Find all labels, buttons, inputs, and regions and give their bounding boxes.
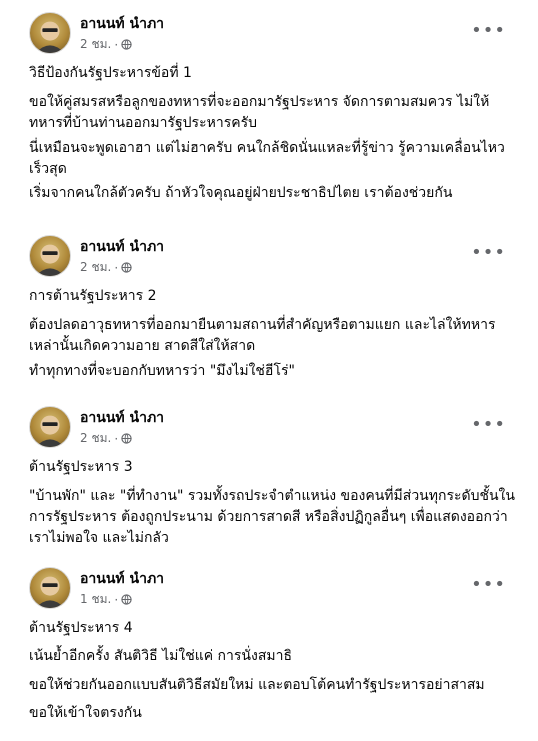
post-paragraph: ต้านรัฐประหาร 3 (29, 459, 133, 475)
author-name[interactable]: อานนท์ นำภา (80, 13, 164, 35)
post-meta: 2 ชม. · (80, 258, 132, 277)
globe-icon (121, 39, 132, 50)
post-paragraph: ขอให้เข้าใจตรงกัน (29, 705, 142, 721)
avatar[interactable] (29, 406, 71, 448)
avatar[interactable] (29, 235, 71, 277)
post-meta: 1 ชม. · (80, 590, 132, 609)
author-name[interactable]: อานนท์ นำภา (80, 236, 164, 258)
post-paragraph: การต้านรัฐประหาร 2 (29, 288, 157, 304)
avatar[interactable] (29, 567, 71, 609)
globe-icon (121, 433, 132, 444)
more-options-icon[interactable]: ••• (471, 244, 506, 262)
more-options-icon[interactable]: ••• (471, 576, 506, 594)
post-paragraph: เริ่มจากคนใกล้ตัวครับ ถ้าหัวใจคุณอยู่ฝ่า… (29, 185, 453, 201)
author-name[interactable]: อานนท์ นำภา (80, 568, 164, 590)
post-paragraph: "บ้านพัก" และ "ที่ทำงาน" รวมทั้งรถประจำต… (29, 488, 515, 546)
timestamp[interactable]: 2 ชม. (80, 429, 111, 448)
timestamp[interactable]: 2 ชม. (80, 258, 111, 277)
post-paragraph: ขอให้คู่สมรสหรือลูกของทหารที่จะออกมารัฐป… (29, 94, 490, 131)
post-paragraph: ต้องปลดอาวุธทหารที่ออกมายืนตามสถานที่สำค… (29, 317, 496, 354)
post-paragraph: ต้านรัฐประหาร 4 (29, 620, 133, 636)
post-paragraph: ทำทุกทางที่จะบอกกับทหารว่า "มึงไม่ใช่ฮีโ… (29, 363, 295, 379)
avatar[interactable] (29, 12, 71, 54)
more-options-icon[interactable]: ••• (471, 416, 506, 434)
post-meta: 2 ชม. · (80, 429, 132, 448)
post-paragraph: วิธีป้องกันรัฐประหารข้อที่ 1 (29, 65, 192, 81)
post-paragraph: นี่เหมือนจะพูดเอาฮา แต่ไม่ฮาครับ คนใกล้ช… (29, 140, 505, 177)
more-options-icon[interactable]: ••• (471, 22, 506, 40)
post-paragraph: เน้นย้ำอีกครั้ง สันติวิธี ไม่ใช่แค่ การน… (29, 648, 292, 664)
post-paragraph: ขอให้ช่วยกันออกแบบสันติวิธีสมัยใหม่ และต… (29, 677, 485, 693)
post-meta: 2 ชม. · (80, 35, 132, 54)
timestamp[interactable]: 2 ชม. (80, 35, 111, 54)
timestamp[interactable]: 1 ชม. (80, 590, 111, 609)
globe-icon (121, 594, 132, 605)
globe-icon (121, 262, 132, 273)
author-name[interactable]: อานนท์ นำภา (80, 407, 164, 429)
